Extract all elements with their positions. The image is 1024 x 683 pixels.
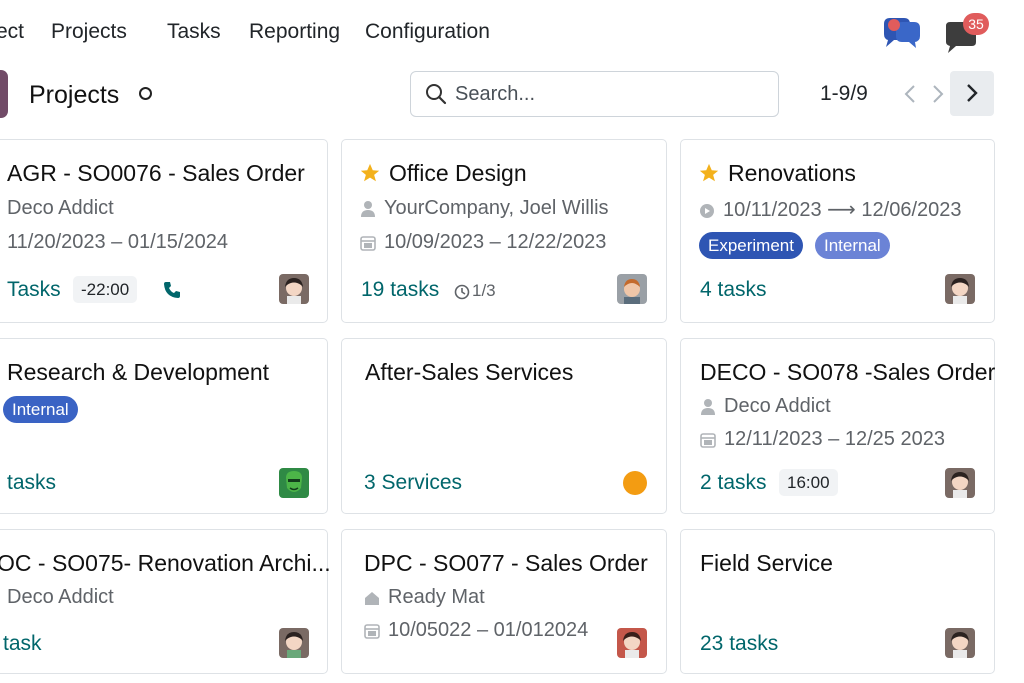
card-tasks-link[interactable]: 4 tasks: [700, 278, 767, 302]
person-icon: [701, 398, 715, 415]
card-customer: Deco Addict: [700, 395, 831, 418]
search-input[interactable]: [455, 80, 765, 108]
project-card[interactable]: OC - SO075- Renovation Archi... Deco Add…: [0, 529, 331, 674]
project-card[interactable]: DPC - SO077 - Sales Order Ready Mat 10/0…: [341, 529, 667, 674]
favorite-star-icon[interactable]: [698, 162, 720, 184]
user-avatar-icon[interactable]: [945, 274, 975, 304]
project-card[interactable]: After-Sales Services 3 Services: [341, 338, 667, 514]
nav-projects[interactable]: Projects: [51, 20, 127, 44]
calendar-icon: [360, 235, 376, 251]
card-title[interactable]: Office Design: [389, 160, 527, 187]
status-circle-icon: [700, 203, 714, 218]
card-customer: YourCompany, Joel Willis: [360, 197, 609, 220]
settings-gear-icon[interactable]: [139, 87, 152, 100]
card-time-badge: -22:00: [73, 276, 138, 303]
card-dates: 11/20/2023 – 01/15/2024: [7, 231, 228, 253]
card-customer-text: YourCompany, Joel Willis: [384, 197, 609, 219]
user-avatar-icon[interactable]: [617, 628, 647, 658]
card-tasks-link[interactable]: 2 tasks: [700, 471, 767, 495]
card-title[interactable]: After-Sales Services: [365, 359, 573, 386]
project-card[interactable]: AGR - SO0076 - Sales Order Deco Addict 1…: [0, 139, 328, 323]
activity-icon[interactable]: [880, 14, 922, 50]
tag-internal: Internal: [815, 232, 890, 259]
user-avatar-icon[interactable]: [279, 468, 309, 498]
project-card[interactable]: Renovations 10/11/2023 ⟶ 12/06/2023 Expe…: [680, 139, 995, 323]
project-card[interactable]: Field Service 23 tasks: [680, 529, 995, 674]
user-avatar-icon[interactable]: [279, 274, 309, 304]
card-dates: 10/05022 – 01/012024: [364, 619, 588, 642]
card-dates-text: 10/09/2023 – 12/22/2023: [384, 231, 607, 253]
tag-internal: Internal: [3, 396, 78, 423]
card-dates-text: 10/05022 – 01/012024: [388, 619, 589, 641]
user-avatar-icon[interactable]: [279, 628, 309, 658]
status-dot[interactable]: [623, 471, 647, 495]
card-dates: 10/11/2023 ⟶ 12/06/2023: [699, 197, 962, 222]
project-card[interactable]: Research & Development Internal tasks: [0, 338, 328, 514]
card-tasks-link[interactable]: 23 tasks: [700, 632, 778, 656]
nav-configuration[interactable]: Configuration: [365, 20, 490, 44]
building-icon: [365, 591, 379, 605]
card-dates: 12/11/2023 – 12/25 2023: [700, 428, 945, 451]
project-card[interactable]: Office Design YourCompany, Joel Willis 1…: [341, 139, 667, 323]
messages-count-badge: 35: [963, 13, 989, 35]
pager-next-light-icon: [933, 85, 944, 103]
card-tasks-link[interactable]: 19 tasks: [361, 278, 439, 302]
card-time-badge: 16:00: [779, 469, 838, 496]
calendar-icon: [700, 432, 716, 448]
project-card[interactable]: DECO - SO078 -Sales Order Deco Addict 12…: [680, 338, 995, 514]
card-title[interactable]: Field Service: [700, 550, 833, 577]
card-title[interactable]: OC - SO075- Renovation Archi...: [0, 550, 331, 577]
search-icon: [426, 84, 447, 105]
card-title[interactable]: AGR - SO0076 - Sales Order: [7, 160, 305, 187]
card-milestones: 1/3: [454, 281, 496, 301]
card-title[interactable]: DPC - SO077 - Sales Order: [364, 550, 648, 577]
nav-tasks[interactable]: Tasks: [167, 20, 221, 44]
nav-app-name[interactable]: ect: [0, 20, 24, 44]
card-customer: Deco Addict: [7, 586, 114, 608]
card-title[interactable]: Research & Development: [7, 359, 269, 386]
card-customer: Ready Mat: [364, 586, 485, 609]
calendar-icon: [364, 623, 380, 639]
user-avatar-icon[interactable]: [945, 628, 975, 658]
clock-icon: [454, 284, 470, 299]
pager-value[interactable]: 1-9/9: [820, 82, 868, 106]
card-dates-text: 10/11/2023 ⟶ 12/06/2023: [723, 199, 962, 221]
pager-previous-icon[interactable]: [898, 80, 922, 108]
person-icon: [361, 200, 375, 217]
top-navbar: ect Projects Tasks Reporting Configurati…: [0, 0, 1024, 66]
user-avatar-icon[interactable]: [617, 274, 647, 304]
card-dates: 10/09/2023 – 12/22/2023: [360, 231, 606, 254]
favorite-star-icon[interactable]: [359, 162, 381, 184]
card-title[interactable]: DECO - SO078 -Sales Order: [700, 359, 995, 386]
card-tasks-link[interactable]: 3 Services: [364, 471, 462, 495]
card-customer-text: Ready Mat: [388, 586, 485, 608]
search-bar[interactable]: [410, 71, 779, 117]
phone-icon[interactable]: [162, 280, 182, 300]
card-tasks-link[interactable]: tasks: [7, 471, 56, 495]
app-color-chip: [0, 70, 8, 118]
card-milestones-text: 1/3: [472, 281, 496, 300]
user-avatar-icon[interactable]: [945, 468, 975, 498]
pager-next-button[interactable]: [950, 71, 994, 116]
nav-reporting[interactable]: Reporting: [249, 20, 340, 44]
card-tasks-link[interactable]: Tasks: [7, 278, 61, 302]
card-customer: Deco Addict: [7, 197, 114, 219]
chevron-right-icon: [967, 84, 978, 102]
card-dates-text: 12/11/2023 – 12/25 2023: [724, 428, 945, 450]
tag-experiment: Experiment: [699, 232, 803, 259]
card-title[interactable]: Renovations: [728, 160, 856, 187]
card-tasks-link[interactable]: task: [3, 632, 42, 656]
page-title: Projects: [29, 81, 120, 109]
card-customer-text: Deco Addict: [724, 395, 831, 417]
